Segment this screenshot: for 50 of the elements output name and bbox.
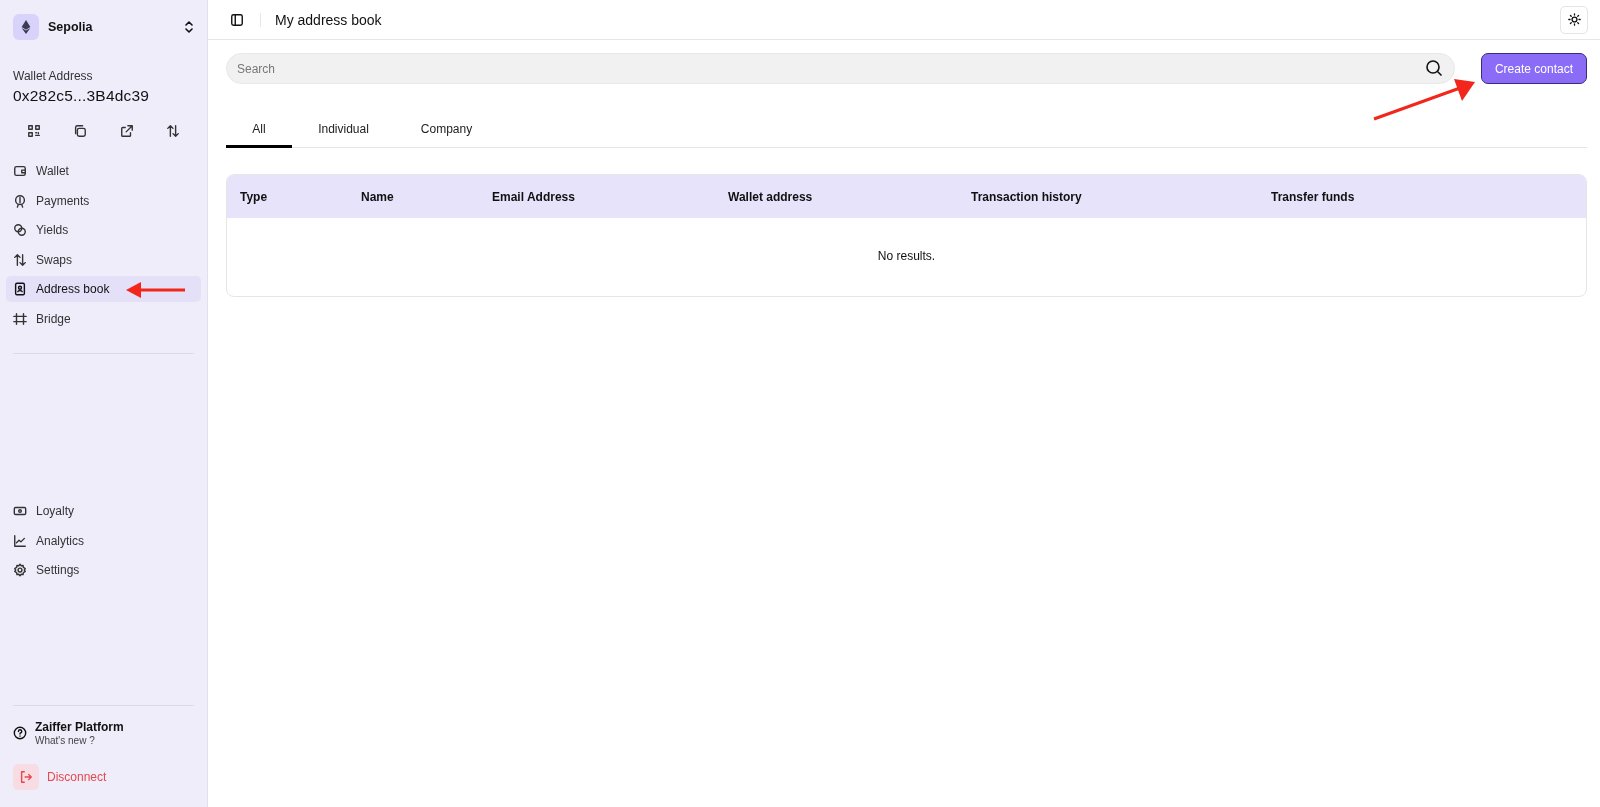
chevron-up-down-icon [184, 21, 194, 33]
whats-new-link[interactable]: What's new ? [35, 735, 124, 746]
search-icon [1424, 59, 1443, 77]
line-chart-icon [13, 533, 27, 548]
ticket-icon [13, 504, 27, 518]
contact-book-icon [13, 282, 27, 296]
theme-toggle-button[interactable] [1560, 5, 1588, 34]
column-header: Type [240, 189, 269, 204]
network-selector[interactable]: Sepolia [6, 0, 201, 47]
help-icon [13, 726, 27, 740]
column-header: Wallet address [728, 189, 814, 204]
nav-item[interactable]: Wallet [6, 158, 201, 184]
nav-item[interactable]: Loyalty [6, 498, 201, 524]
column-header: Name [361, 189, 395, 204]
hash-icon [13, 311, 27, 326]
qr-code-icon-button[interactable] [27, 124, 41, 138]
column-header: Email Address [492, 189, 576, 204]
logout-icon [13, 764, 39, 790]
copy-icon-button[interactable] [73, 124, 88, 138]
external-link-icon-button[interactable] [119, 124, 134, 138]
wallet-label: Wallet Address [13, 69, 94, 83]
nav-item[interactable]: Settings [6, 557, 201, 583]
page-title: My address book [275, 11, 383, 28]
empty-message: No results. [877, 248, 936, 265]
sun-icon [1567, 13, 1581, 26]
settings-icon [13, 563, 27, 577]
annotation-arrow [125, 281, 187, 299]
tab[interactable]: Company [395, 112, 498, 148]
nav-item[interactable]: Swaps [6, 246, 201, 273]
circles-icon [13, 223, 27, 237]
wallet-icon [13, 164, 27, 178]
up-down-arrows-icon-button[interactable] [166, 124, 180, 138]
network-name: Sepolia [48, 20, 94, 34]
nav-item[interactable]: Analytics [6, 527, 201, 554]
ethereum-icon [13, 14, 39, 40]
search-field[interactable]: Search [226, 53, 1455, 84]
tab[interactable]: All [226, 112, 292, 148]
nav-item[interactable]: Payments [6, 187, 201, 214]
coin-icon [13, 193, 27, 208]
column-header: Transaction history [971, 189, 1083, 204]
nav-item[interactable]: Yields [6, 217, 201, 243]
column-header: Transfer funds [1271, 189, 1356, 204]
tab[interactable]: Individual [292, 112, 395, 148]
platform-title: Zaiffer Platform [35, 720, 124, 734]
sidebar-toggle-icon[interactable] [230, 12, 244, 27]
nav-item[interactable]: Address book [6, 276, 201, 302]
wallet-address: 0x282c5...3B4dc39 [13, 87, 151, 105]
up-down-arrows-icon [13, 252, 27, 267]
nav-item[interactable]: Bridge [6, 305, 201, 332]
create-contact-button[interactable]: Create contact [1480, 53, 1587, 84]
